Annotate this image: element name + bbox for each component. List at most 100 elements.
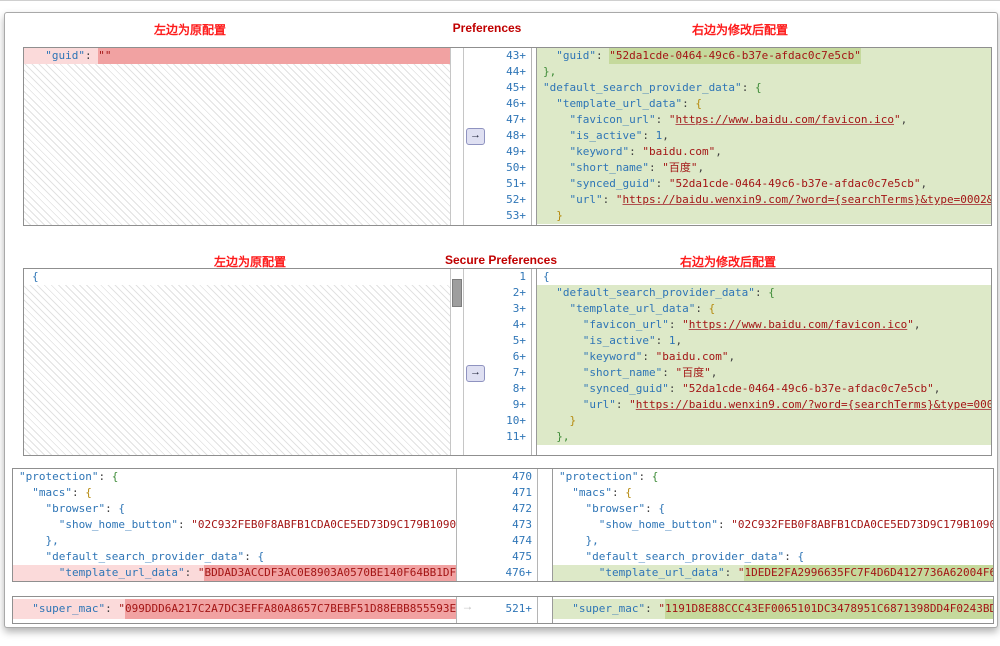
code-line: "favicon_url": " https://www.baidu.com/fa… <box>537 317 991 333</box>
code-line: "synced_guid": "52da1cde-0464-49c6-b37e-… <box>537 381 991 397</box>
preferences-header-row: 左边为原配置 Preferences 右边为修改后配置 <box>5 21 997 39</box>
left-pane-scrollbar[interactable] <box>450 269 464 455</box>
code-line: "url": " https://baidu.wenxin9.com/?word=… <box>537 192 991 208</box>
merge-arrow-button[interactable]: → <box>459 600 476 615</box>
line-number: 5+ <box>512 334 526 347</box>
config-diff-report: 左边为原配置 Preferences 右边为修改后配置 "guid": "" →… <box>4 12 998 628</box>
right-code-pane: { "default_search_provider_data": { "tem… <box>536 269 991 455</box>
line-number: 474 <box>512 534 532 547</box>
line-number: 2+ <box>512 286 526 299</box>
left-code-pane: "guid": "" <box>24 48 450 225</box>
line-number: 6+ <box>512 350 526 363</box>
merge-gutter <box>457 469 479 581</box>
line-number: 4+ <box>512 318 526 331</box>
code-line: "default_search_provider_data": { <box>537 80 991 96</box>
column-gap <box>538 469 552 581</box>
empty-lines-hatch <box>24 64 450 225</box>
code-line: "browser": { <box>585 502 665 515</box>
code-line: "favicon_url": " https://www.baidu.com/fa… <box>537 112 991 128</box>
left-code-pane: { <box>24 269 450 455</box>
line-number-column: 521+ <box>479 597 538 623</box>
file-title-preferences: Preferences <box>452 21 522 35</box>
left-code-pane: "super_mac": " 099DDD6A217C2A7DC3EFFA80A8… <box>13 597 457 623</box>
line-number: 48+ <box>506 129 526 142</box>
code-line: "default_search_provider_data": { <box>537 285 991 301</box>
line-number: 44+ <box>506 65 526 78</box>
super-mac-diff-panel: "super_mac": " 099DDD6A217C2A7DC3EFFA80A8… <box>12 596 994 624</box>
line-number: 52+ <box>506 193 526 206</box>
right-pane-label: 右边为修改后配置 <box>691 23 789 37</box>
right-code-pane: "guid": "52da1cde-0464-49c6-b37e-afdac0c… <box>536 48 991 225</box>
line-number: 473 <box>512 518 532 531</box>
code-line: "keyword": "baidu.com", <box>537 349 991 365</box>
line-number: 50+ <box>506 161 526 174</box>
preferences-diff-panel: "guid": "" → 43+ 44+ 45+ 46+ 47+ 48+ 49+ 50+ 51+… <box>23 47 992 226</box>
empty-lines-hatch <box>24 285 450 455</box>
code-line: "show_home_button": "02C932FEB0F8ABFB1CD… <box>58 518 457 531</box>
code-line: "macs": { <box>572 486 632 499</box>
code-line: "default_search_provider_data": { <box>45 550 265 563</box>
line-number: 3+ <box>512 302 526 315</box>
code-line: "browser": { <box>45 502 125 515</box>
code-line: "synced_guid": "52da1cde-0464-49c6-b37e-… <box>537 176 991 192</box>
code-line: { <box>32 270 39 283</box>
code-line: "super_mac": " 099DDD6A217C2A7DC3EFFA80A8… <box>13 599 456 619</box>
code-line: "guid": "" <box>24 48 450 64</box>
code-line: "short_name": "百度", <box>537 365 991 381</box>
scrollbar-thumb[interactable] <box>452 279 462 307</box>
line-number: 470 <box>512 470 532 483</box>
line-number: 475 <box>512 550 532 563</box>
column-gap <box>538 597 552 623</box>
line-number: 472 <box>512 502 532 515</box>
right-code-pane: "protection": { "macs": { "browser": { "… <box>552 469 993 581</box>
line-number: 7+ <box>512 366 526 379</box>
code-line: "protection": { <box>559 470 659 483</box>
code-line: "template_url_data": { <box>537 301 991 317</box>
code-line: "protection": { <box>19 470 119 483</box>
code-line: }, <box>537 64 991 80</box>
merge-arrow-button[interactable]: → <box>466 365 485 382</box>
line-number: 43+ <box>506 49 526 62</box>
secure-preferences-diff-panel: { → 1 2+ 3+ 4+ 5+ 6+ 7+ 8+ 9+ 10+ 11+ { "default_s… <box>23 268 992 456</box>
line-number: 45+ <box>506 81 526 94</box>
merge-gutter: → <box>464 269 486 455</box>
code-line: "macs": { <box>32 486 92 499</box>
file-title-secure-preferences: Secure Preferences <box>444 253 558 267</box>
line-number: 1 <box>519 270 526 283</box>
code-line: "url": " https://baidu.wenxin9.com/?word=… <box>537 397 991 413</box>
merge-gutter: → <box>457 597 479 623</box>
line-number: 11+ <box>506 430 526 443</box>
code-line: "template_url_data": " BDDAD3ACCDF3AC0E89… <box>13 565 456 581</box>
line-number: 46+ <box>506 97 526 110</box>
left-pane-scrollbar[interactable] <box>450 48 464 225</box>
protection-macs-diff-panel: "protection": { "macs": { "browser": { "… <box>12 468 994 582</box>
right-code-pane: "super_mac": " 1191D8E88CCC43EF0065101DC3… <box>552 597 993 623</box>
code-line: "show_home_button": "02C932FEB0F8ABFB1CD… <box>598 518 993 531</box>
code-line: "guid": "52da1cde-0464-49c6-b37e-afdac0c… <box>537 48 991 64</box>
code-line: }, <box>585 534 599 547</box>
line-number-column: 43+ 44+ 45+ 46+ 47+ 48+ 49+ 50+ 51+ 52+ 53+ <box>486 48 532 225</box>
line-number: 8+ <box>512 382 526 395</box>
code-line: { <box>543 270 550 283</box>
line-number: 471 <box>512 486 532 499</box>
code-line: } <box>537 208 991 224</box>
code-line: "default_search_provider_data": { <box>585 550 805 563</box>
code-line: "super_mac": " 1191D8E88CCC43EF0065101DC3… <box>553 599 993 619</box>
code-line: }, <box>537 429 991 445</box>
code-line: "short_name": "百度", <box>537 160 991 176</box>
merge-arrow-button[interactable]: → <box>466 128 485 145</box>
code-line: "template_url_data": { <box>537 96 991 112</box>
line-number: 476+ <box>505 566 533 579</box>
code-line: "is_active": 1, <box>537 128 991 144</box>
code-line: }, <box>45 534 59 547</box>
line-number: 10+ <box>506 414 526 427</box>
code-line: } <box>537 413 991 429</box>
line-number-column: 1 2+ 3+ 4+ 5+ 6+ 7+ 8+ 9+ 10+ 11+ <box>486 269 532 455</box>
code-line: "template_url_data": " 1DEDE2FA2996635FC7… <box>553 565 993 581</box>
line-number-column: 470 471 472 473 474 475 476+ <box>479 469 538 581</box>
line-number: 53+ <box>506 209 526 222</box>
line-number: 49+ <box>506 145 526 158</box>
line-number: 47+ <box>506 113 526 126</box>
line-number: 51+ <box>506 177 526 190</box>
merge-gutter: → <box>464 48 486 225</box>
